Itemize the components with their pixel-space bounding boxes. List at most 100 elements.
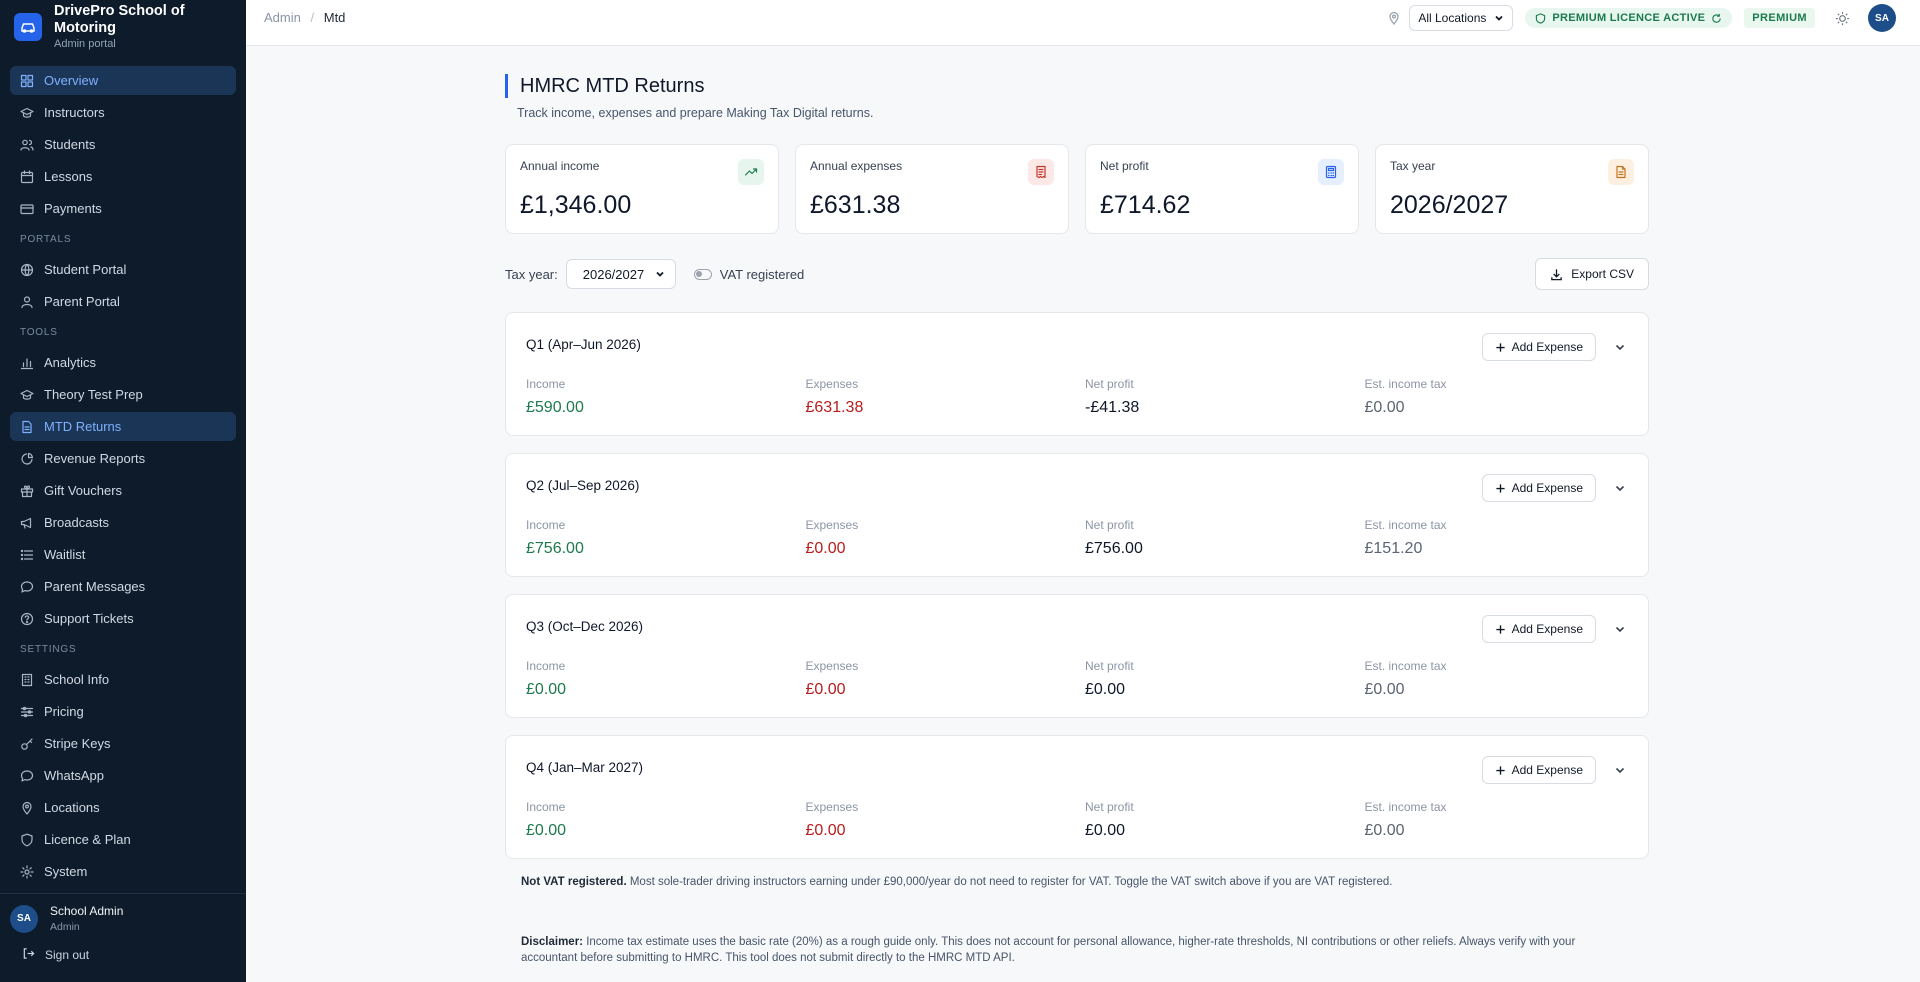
sign-out-button[interactable]: Sign out (10, 947, 236, 963)
brand[interactable]: DrivePro School of Motoring Admin portal (0, 0, 246, 50)
metric-value: -£41.38 (1085, 399, 1140, 416)
page-title: HMRC MTD Returns (520, 74, 705, 97)
add-expense-button[interactable]: Add Expense (1481, 474, 1596, 502)
metric-label: Income (526, 800, 566, 814)
metric-est-income-tax: Est. income tax £151.20 (1365, 518, 1645, 558)
metric-value: £590.00 (526, 399, 584, 416)
vat-note-text: Most sole-trader driving instructors ear… (626, 876, 1393, 888)
add-expense-label: Add Expense (1511, 340, 1583, 354)
bar-chart-icon (20, 356, 34, 370)
sidebar-item-payments[interactable]: Payments (10, 194, 236, 223)
sidebar-item-label: Analytics (44, 355, 97, 370)
user-role: Admin (50, 921, 80, 933)
sidebar-item-broadcasts[interactable]: Broadcasts (10, 508, 236, 537)
export-csv-button[interactable]: Export CSV (1535, 258, 1649, 290)
metric-label: Expenses (805, 518, 859, 532)
sidebar-item-parent-messages[interactable]: Parent Messages (10, 572, 236, 601)
sidebar-item-system[interactable]: System (10, 857, 236, 886)
quarter-card-q4: Q4 (Jan–Mar 2027) Add Expense Income £0.00 E… (505, 735, 1649, 859)
topbar-actions: All Locations PREMIUM LICENCE ACTIVE PRE… (1387, 4, 1896, 32)
vat-toggle[interactable] (693, 268, 712, 280)
vat-toggle-label: VAT registered (719, 266, 805, 282)
sidebar-item-stripe-keys[interactable]: Stripe Keys (10, 729, 236, 758)
sidebar-item-label: Broadcasts (44, 515, 110, 530)
metric-income: Income £756.00 (526, 518, 806, 558)
controls-bar: Tax year: 2026/2027 VAT registered Expor… (505, 258, 1649, 290)
disclaimer-text: Income tax estimate uses the basic rate … (521, 936, 1576, 964)
sidebar-item-theory-test-prep[interactable]: Theory Test Prep (10, 380, 236, 409)
user-profile[interactable]: SA School Admin Admin (10, 904, 236, 933)
chevron-down-icon[interactable] (1614, 341, 1626, 353)
sun-icon[interactable] (1835, 11, 1850, 26)
metric-label: Expenses (805, 800, 859, 814)
metric-label: Expenses (805, 659, 859, 673)
stat-card-net-profit: Net profit £714.62 (1085, 144, 1359, 234)
metric-income: Income £0.00 (526, 659, 806, 699)
user-icon (20, 295, 34, 309)
sidebar-item-overview[interactable]: Overview (10, 66, 236, 95)
licence-status-badge: PREMIUM LICENCE ACTIVE (1525, 8, 1733, 28)
quarter-metrics: Income £0.00 Expenses £0.00 Net profit £0.00 E… (526, 659, 1644, 699)
sidebar-item-student-portal[interactable]: Student Portal (10, 255, 236, 284)
sidebar-item-students[interactable]: Students (10, 130, 236, 159)
sidebar-item-support-tickets[interactable]: Support Tickets (10, 604, 236, 633)
stat-value: £631.38 (810, 191, 901, 219)
metric-expenses: Expenses £0.00 (806, 800, 1086, 840)
sidebar: DrivePro School of Motoring Admin portal… (0, 0, 246, 982)
sidebar-item-label: Revenue Reports (44, 451, 146, 466)
sign-out-label: Sign out (45, 948, 90, 962)
stat-card-tax-year: Tax year 2026/2027 (1375, 144, 1649, 234)
shield-icon (20, 833, 34, 847)
metric-value: £0.00 (1364, 399, 1405, 416)
breadcrumb-separator: / (310, 10, 315, 25)
sidebar-item-lessons[interactable]: Lessons (10, 162, 236, 191)
sidebar-item-pricing[interactable]: Pricing (10, 697, 236, 726)
metric-value: £0.00 (526, 681, 567, 698)
sidebar-item-parent-portal[interactable]: Parent Portal (10, 287, 236, 316)
quarters-list: Q1 (Apr–Jun 2026) Add Expense Income £590.0… (505, 312, 1649, 859)
quarter-title: Q3 (Oct–Dec 2026) (526, 619, 644, 634)
sidebar-item-gift-vouchers[interactable]: Gift Vouchers (10, 476, 236, 505)
avatar[interactable]: SA (1868, 4, 1896, 32)
map-pin-icon (1387, 11, 1401, 25)
quarter-metrics: Income £590.00 Expenses £631.38 Net profit -£… (526, 377, 1644, 417)
sidebar-item-analytics[interactable]: Analytics (10, 348, 236, 377)
add-expense-button[interactable]: Add Expense (1481, 333, 1596, 361)
stat-label: Tax year (1390, 159, 1436, 173)
metric-expenses: Expenses £631.38 (806, 377, 1086, 417)
breadcrumb-admin[interactable]: Admin (264, 10, 301, 25)
sidebar-item-instructors[interactable]: Instructors (10, 98, 236, 127)
shield-icon (1535, 12, 1546, 24)
plus-icon (1495, 624, 1506, 635)
sidebar-item-licence-plan[interactable]: Licence & Plan (10, 825, 236, 854)
location-select[interactable]: All Locations (1409, 5, 1514, 31)
chevron-down-icon[interactable] (1614, 764, 1626, 776)
add-expense-button[interactable]: Add Expense (1481, 615, 1596, 643)
sidebar-item-mtd-returns[interactable]: MTD Returns (10, 412, 236, 441)
page-header: HMRC MTD Returns (505, 74, 1649, 98)
metric-est-income-tax: Est. income tax £0.00 (1365, 800, 1645, 840)
sidebar-item-school-info[interactable]: School Info (10, 665, 236, 694)
sidebar-item-label: Locations (44, 800, 100, 815)
metric-label: Income (526, 518, 566, 532)
stat-label: Annual income (520, 159, 600, 173)
megaphone-icon (20, 516, 34, 530)
metric-value: £0.00 (805, 681, 846, 698)
sidebar-item-waitlist[interactable]: Waitlist (10, 540, 236, 569)
stat-value: 2026/2027 (1390, 191, 1509, 219)
vat-note-strong: Not VAT registered. (521, 876, 627, 888)
refresh-icon[interactable] (1711, 13, 1722, 24)
metric-value: £0.00 (1085, 822, 1126, 839)
main-content: HMRC MTD Returns Track income, expenses … (505, 46, 1649, 966)
chevron-down-icon[interactable] (1614, 482, 1626, 494)
add-expense-button[interactable]: Add Expense (1481, 756, 1596, 784)
quarter-title: Q2 (Jul–Sep 2026) (526, 478, 640, 493)
chevron-down-icon[interactable] (1614, 623, 1626, 635)
stat-label: Annual expenses (810, 159, 903, 173)
sidebar-item-whatsapp[interactable]: WhatsApp (10, 761, 236, 790)
stat-label: Net profit (1100, 159, 1149, 173)
sidebar-item-label: School Info (44, 672, 110, 687)
sidebar-item-locations[interactable]: Locations (10, 793, 236, 822)
sidebar-item-revenue-reports[interactable]: Revenue Reports (10, 444, 236, 473)
tax-year-select[interactable]: 2026/2027 (565, 259, 676, 289)
